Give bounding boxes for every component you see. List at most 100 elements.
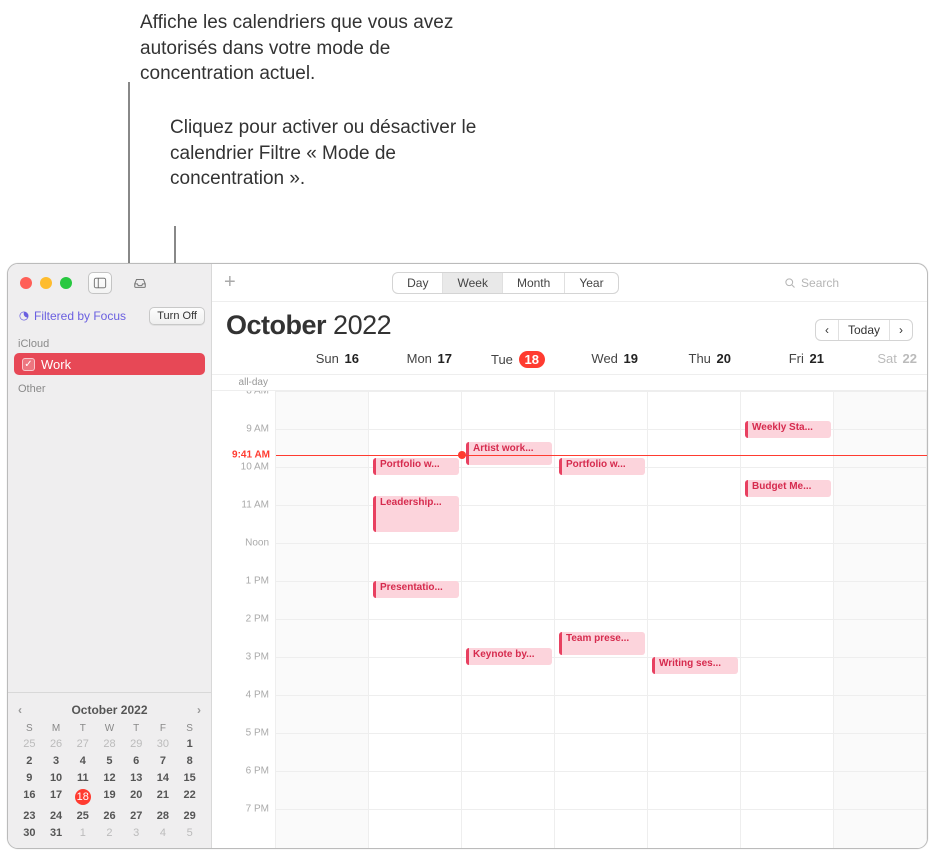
mini-day[interactable]: 24 bbox=[43, 809, 70, 823]
mini-day[interactable]: 20 bbox=[123, 788, 150, 806]
day-header[interactable]: Fri 21 bbox=[741, 351, 834, 368]
mini-day[interactable]: 9 bbox=[16, 771, 43, 785]
calendar-event[interactable]: Portfolio w... bbox=[559, 458, 645, 475]
mini-day[interactable]: 10 bbox=[43, 771, 70, 785]
day-header[interactable]: Sat 22 bbox=[834, 351, 927, 368]
calendar-event[interactable]: Writing ses... bbox=[652, 657, 738, 674]
day-header[interactable]: Sun 16 bbox=[276, 351, 369, 368]
mini-day[interactable]: 29 bbox=[176, 809, 203, 823]
mini-day[interactable]: 23 bbox=[16, 809, 43, 823]
mini-day[interactable]: 1 bbox=[176, 737, 203, 751]
mini-dow: M bbox=[43, 723, 70, 734]
mini-day[interactable]: 19 bbox=[96, 788, 123, 806]
sidebar-calendar-work[interactable]: Work bbox=[14, 353, 205, 375]
mini-day[interactable]: 3 bbox=[43, 754, 70, 768]
sidebar-toggle-button[interactable] bbox=[88, 272, 112, 294]
mini-day[interactable]: 3 bbox=[123, 826, 150, 840]
main-toolbar: + Day Week Month Year Search bbox=[212, 264, 927, 302]
window-traffic-lights bbox=[20, 277, 72, 289]
mini-day[interactable]: 28 bbox=[150, 809, 177, 823]
today-button[interactable]: Today bbox=[839, 320, 890, 340]
search-field[interactable]: Search bbox=[775, 272, 915, 294]
mini-day[interactable]: 6 bbox=[123, 754, 150, 768]
mini-day[interactable]: 12 bbox=[96, 771, 123, 785]
mini-day[interactable]: 27 bbox=[123, 809, 150, 823]
mini-prev-month[interactable]: ‹ bbox=[18, 703, 22, 717]
mini-day[interactable]: 4 bbox=[150, 826, 177, 840]
turn-off-focus-filter-button[interactable]: Turn Off bbox=[149, 307, 205, 325]
mini-dow: W bbox=[96, 723, 123, 734]
calendar-event[interactable]: Team prese... bbox=[559, 632, 645, 655]
hour-label: 1 PM bbox=[246, 576, 269, 587]
view-month[interactable]: Month bbox=[503, 273, 565, 293]
close-button[interactable] bbox=[20, 277, 32, 289]
mini-day[interactable]: 26 bbox=[96, 809, 123, 823]
calendar-event[interactable]: Portfolio w... bbox=[373, 458, 459, 475]
mini-day[interactable]: 1 bbox=[69, 826, 96, 840]
mini-day[interactable]: 7 bbox=[150, 754, 177, 768]
mini-day[interactable]: 30 bbox=[150, 737, 177, 751]
day-column[interactable]: Portfolio w... Leadership... Presentatio..… bbox=[369, 391, 462, 848]
mini-day[interactable]: 13 bbox=[123, 771, 150, 785]
mini-day[interactable]: 26 bbox=[43, 737, 70, 751]
mini-day[interactable]: 16 bbox=[16, 788, 43, 806]
mini-day[interactable]: 31 bbox=[43, 826, 70, 840]
mini-day[interactable]: 17 bbox=[43, 788, 70, 806]
day-header[interactable]: Tue 18 bbox=[462, 351, 555, 368]
maximize-button[interactable] bbox=[60, 277, 72, 289]
mini-day[interactable]: 27 bbox=[69, 737, 96, 751]
all-day-label: all-day bbox=[212, 377, 276, 388]
mini-day[interactable]: 8 bbox=[176, 754, 203, 768]
mini-next-month[interactable]: › bbox=[197, 703, 201, 717]
mini-day[interactable]: 14 bbox=[150, 771, 177, 785]
mini-day[interactable]: 2 bbox=[16, 754, 43, 768]
mini-dow: T bbox=[123, 723, 150, 734]
mini-day[interactable]: 11 bbox=[69, 771, 96, 785]
minimize-button[interactable] bbox=[40, 277, 52, 289]
mini-day[interactable]: 5 bbox=[176, 826, 203, 840]
hour-label: Noon bbox=[245, 538, 269, 549]
mini-day[interactable]: 4 bbox=[69, 754, 96, 768]
mini-dow: S bbox=[176, 723, 203, 734]
day-column[interactable]: Portfolio w... Team prese... bbox=[555, 391, 648, 848]
sidebar: Filtered by Focus Turn Off iCloud Work O… bbox=[8, 264, 212, 848]
view-week[interactable]: Week bbox=[443, 273, 502, 293]
calendar-event[interactable]: Weekly Sta... bbox=[745, 421, 831, 438]
mini-day[interactable]: 2 bbox=[96, 826, 123, 840]
day-column[interactable]: Writing ses... bbox=[648, 391, 741, 848]
day-column[interactable]: Weekly Sta... Budget Me... bbox=[741, 391, 834, 848]
calendar-checkbox[interactable] bbox=[22, 358, 35, 371]
mini-day[interactable]: 30 bbox=[16, 826, 43, 840]
mini-day[interactable]: 29 bbox=[123, 737, 150, 751]
year: 2022 bbox=[333, 310, 391, 340]
prev-week-button[interactable]: ‹ bbox=[816, 320, 839, 340]
calendar-event[interactable]: Budget Me... bbox=[745, 480, 831, 497]
day-column[interactable] bbox=[834, 391, 927, 848]
mini-day[interactable]: 25 bbox=[16, 737, 43, 751]
mini-day[interactable]: 5 bbox=[96, 754, 123, 768]
day-column[interactable] bbox=[276, 391, 369, 848]
day-header[interactable]: Mon 17 bbox=[369, 351, 462, 368]
week-grid[interactable]: 8 AM9 AM10 AM11 AMNoon1 PM2 PM3 PM4 PM5 … bbox=[212, 391, 927, 848]
day-column[interactable]: Artist work... Keynote by... bbox=[462, 391, 555, 848]
mini-day[interactable]: 15 bbox=[176, 771, 203, 785]
mini-calendar: ‹ October 2022 › SMTWTFS2526272829301234… bbox=[8, 692, 211, 848]
day-header[interactable]: Thu 20 bbox=[648, 351, 741, 368]
calendar-event[interactable]: Presentatio... bbox=[373, 581, 459, 598]
view-year[interactable]: Year bbox=[565, 273, 617, 293]
search-placeholder: Search bbox=[801, 276, 839, 290]
mini-day[interactable]: 22 bbox=[176, 788, 203, 806]
add-event-button[interactable]: + bbox=[224, 271, 236, 294]
mini-day[interactable]: 21 bbox=[150, 788, 177, 806]
mini-day[interactable]: 28 bbox=[96, 737, 123, 751]
inbox-button[interactable] bbox=[128, 272, 152, 294]
view-day[interactable]: Day bbox=[393, 273, 443, 293]
mini-day[interactable]: 18 bbox=[69, 788, 96, 806]
mini-day[interactable]: 25 bbox=[69, 809, 96, 823]
next-week-button[interactable]: › bbox=[890, 320, 912, 340]
calendar-event[interactable]: Keynote by... bbox=[466, 648, 552, 665]
calendar-event[interactable]: Leadership... bbox=[373, 496, 459, 532]
current-time-dot bbox=[458, 451, 466, 459]
day-header[interactable]: Wed 19 bbox=[555, 351, 648, 368]
calendar-event[interactable]: Artist work... bbox=[466, 442, 552, 465]
